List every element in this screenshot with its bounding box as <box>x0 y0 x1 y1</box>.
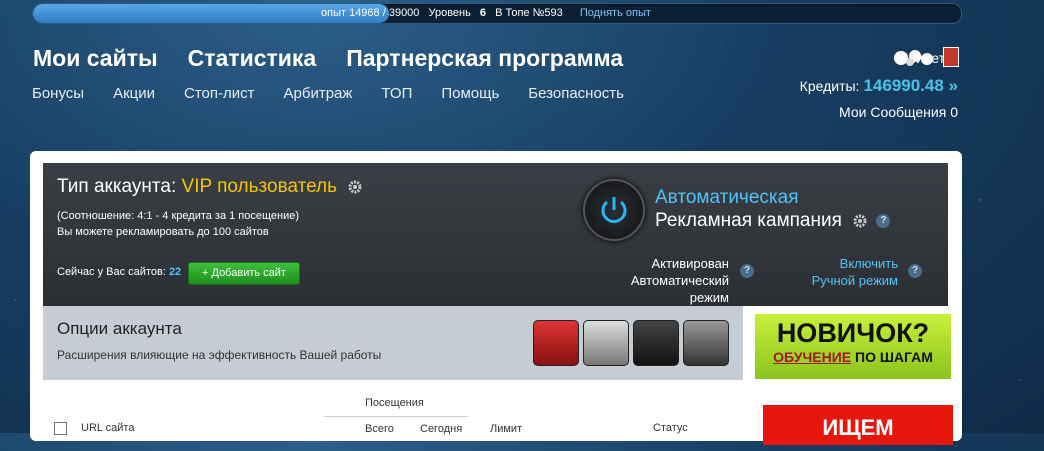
nav-security[interactable]: Безопасность <box>528 85 624 102</box>
main-nav: Мои сайты Статистика Партнерская програм… <box>33 45 623 72</box>
nav-bonuses[interactable]: Бонусы <box>32 85 84 102</box>
raise-experience-link[interactable]: Поднять опыт <box>580 7 651 19</box>
search-banner[interactable]: ИЩЕМ <box>763 405 953 445</box>
nav-statistics[interactable]: Статистика <box>188 45 317 72</box>
help-icon[interactable]: ? <box>876 213 891 228</box>
rank-label: В Топе №593 <box>495 7 563 19</box>
account-ratio: (Соотношение: 4:1 - 4 кредита за 1 посещ… <box>57 210 300 238</box>
credits-value[interactable]: 146990.48 » <box>863 76 958 95</box>
agent-icon[interactable] <box>683 320 729 366</box>
auto-campaign-subtitle: Рекламная кампания ? <box>655 210 891 232</box>
total-header: Всего <box>365 423 394 435</box>
nav-promotions[interactable]: Акции <box>113 85 155 102</box>
user-avatar-icon[interactable] <box>893 47 939 69</box>
sub-nav: Бонусы Акции Стоп-лист Арбитраж ТОП Помо… <box>32 85 624 102</box>
gear-icon[interactable] <box>853 214 867 228</box>
experience-bar: опыт 14968 / 39000 Уровень 6 В Топе №593… <box>32 3 962 24</box>
rocket-icon[interactable] <box>533 320 579 366</box>
credits-label: Кредиты: <box>799 78 860 94</box>
help-icon[interactable]: ? <box>908 264 922 278</box>
credits: Кредиты: 146990.48 » <box>800 76 958 96</box>
account-type: Тип аккаунта: VIP пользователь <box>57 176 362 198</box>
options-title: Опции аккаунта <box>57 319 182 338</box>
vip-icon[interactable] <box>633 320 679 366</box>
power-button[interactable] <box>583 179 645 241</box>
megaphone-icon[interactable] <box>583 320 629 366</box>
nav-stop-list[interactable]: Стоп-лист <box>184 85 255 102</box>
options-subtitle: Расширения влияющие на эффективность Ваш… <box>57 348 382 362</box>
newbie-guide-banner[interactable]: НОВИЧОК? ОБУЧЕНИЕ ПО ШАГАМ <box>753 312 953 381</box>
nav-my-sites[interactable]: Мои сайты <box>33 45 158 72</box>
divider <box>324 416 468 417</box>
gear-icon[interactable] <box>348 180 362 194</box>
nav-partner-program[interactable]: Партнерская программа <box>346 45 623 72</box>
select-all-checkbox[interactable] <box>54 422 67 435</box>
experience-label: опыт 14968 / 39000 <box>321 7 420 19</box>
url-header: URL сайта <box>81 422 135 434</box>
messages-link[interactable]: Мои Сообщения 0 <box>839 104 958 120</box>
auto-campaign-title: Автоматическая <box>655 187 799 208</box>
nav-arbitrage[interactable]: Арбитраж <box>284 85 353 102</box>
add-site-button[interactable]: + Добавить сайт <box>188 262 300 285</box>
enable-manual-mode-link[interactable]: Включить Ручной режим <box>783 255 898 289</box>
account-type-value: VIP пользователь <box>181 176 338 197</box>
logout-icon[interactable] <box>943 47 959 67</box>
level-label: Уровень 6 <box>428 7 487 19</box>
visits-header: Посещения <box>365 397 424 409</box>
nav-help[interactable]: Помощь <box>441 85 499 102</box>
today-header: Сегодня <box>420 423 463 435</box>
status-header: Статус <box>653 422 688 434</box>
power-icon <box>601 197 627 223</box>
nav-top[interactable]: ТОП <box>381 85 412 102</box>
account-options: Опции аккаунта Расширения влияющие на эф… <box>43 306 743 380</box>
account-info-section: Тип аккаунта: VIP пользователь (Соотноше… <box>43 163 948 306</box>
main-panel: Тип аккаунта: VIP пользователь (Соотноше… <box>30 151 962 445</box>
auto-mode-status: Активирован Автоматический режим <box>630 256 729 305</box>
help-icon[interactable]: ? <box>740 264 754 278</box>
sites-count: Сейчас у Вас сайтов: 22 <box>57 266 182 278</box>
limit-header: Лимит <box>490 423 523 435</box>
